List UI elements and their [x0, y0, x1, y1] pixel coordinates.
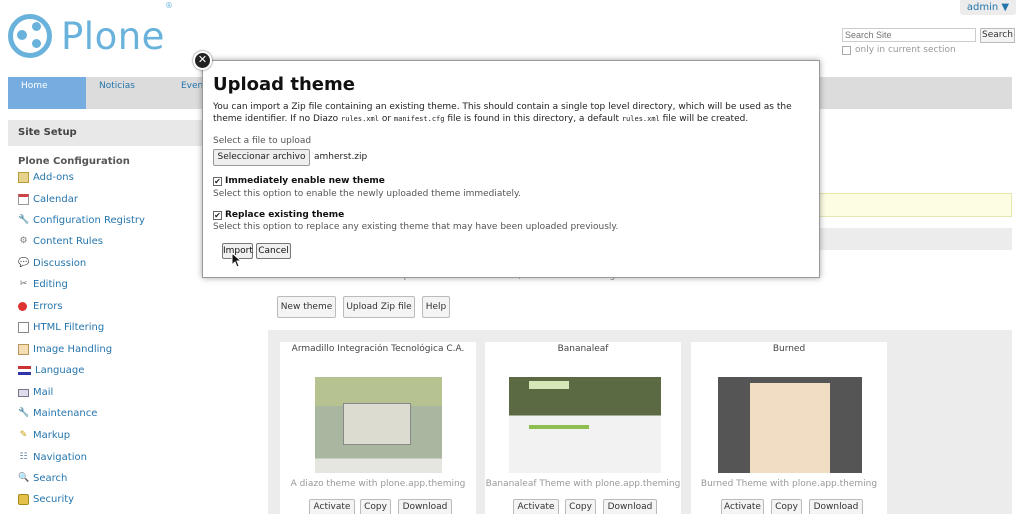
- sidebar-item-language[interactable]: Language: [18, 365, 84, 376]
- close-icon[interactable]: ✕: [193, 51, 212, 70]
- download-button[interactable]: Download: [398, 499, 452, 514]
- sidebar-item-errors[interactable]: Errors: [18, 301, 63, 312]
- sidebar-item-maintenance[interactable]: 🔧 Maintenance: [18, 408, 97, 419]
- help-button[interactable]: Help: [422, 296, 450, 318]
- plone-logo[interactable]: Plone®: [8, 0, 174, 58]
- sidebar-item-image-handling[interactable]: Image Handling: [18, 344, 112, 355]
- replace-theme-label: Replace existing theme: [225, 210, 345, 220]
- discussion-icon: 💬: [18, 258, 30, 268]
- download-button[interactable]: Download: [603, 499, 657, 514]
- theme-title: Armadillo Integración Tecnológica C.A.: [291, 344, 465, 354]
- enable-theme-help: Select this option to enable the newly u…: [213, 189, 521, 199]
- choose-file-button[interactable]: Seleccionar archivo: [213, 149, 310, 166]
- wrench-icon: 🔧: [18, 215, 30, 225]
- lock-icon: [18, 494, 29, 505]
- enable-theme-option[interactable]: ✔ Immediately enable new theme: [213, 176, 385, 186]
- copy-button[interactable]: Copy: [360, 499, 391, 514]
- page: admin ▼ Plone® Search only in current se…: [0, 0, 1024, 514]
- activate-button[interactable]: Activate: [513, 499, 559, 514]
- dialog-title: Upload theme: [213, 74, 355, 95]
- theme-preview-image[interactable]: [315, 377, 442, 473]
- scissors-icon: ✂: [19, 279, 28, 289]
- info-message-bar: [818, 193, 1012, 217]
- replace-theme-help: Select this option to replace any existi…: [213, 222, 619, 232]
- only-current-section-checkbox[interactable]: [842, 45, 851, 55]
- sidebar-item-addons[interactable]: Add-ons: [18, 172, 74, 183]
- search-input[interactable]: [842, 28, 976, 42]
- file-upload-label: Select a file to upload: [213, 136, 312, 146]
- upload-zip-button[interactable]: Upload Zip file: [343, 296, 415, 318]
- sidebar-item-mail[interactable]: Mail: [18, 387, 53, 398]
- theme-preview-image[interactable]: [509, 377, 661, 473]
- pencil-icon: ✎: [19, 430, 28, 440]
- admin-menu-button[interactable]: admin ▼: [960, 0, 1016, 15]
- theme-description: A diazo theme with plone.app.theming: [290, 479, 466, 489]
- copy-button[interactable]: Copy: [565, 499, 596, 514]
- upload-theme-dialog: Upload theme You can import a Zip file c…: [202, 60, 820, 278]
- activate-button[interactable]: Activate: [309, 499, 355, 514]
- content-rules-icon: ⚙: [19, 236, 28, 246]
- sidebar-item-editing[interactable]: ✂ Editing: [18, 279, 68, 290]
- theme-description: Bananaleaf Theme with plone.app.theming: [485, 479, 681, 489]
- replace-theme-option[interactable]: ✔ Replace existing theme: [213, 210, 344, 220]
- mouse-cursor-icon: [231, 252, 241, 268]
- mail-icon: [18, 388, 29, 397]
- sidebar-item-content-rules[interactable]: ⚙ Content Rules: [18, 236, 102, 247]
- sidebar-item-html-filtering[interactable]: HTML Filtering: [18, 322, 104, 333]
- flag-icon: [18, 366, 31, 375]
- new-theme-button[interactable]: New theme: [277, 296, 336, 318]
- theme-preview-image[interactable]: [718, 377, 862, 473]
- enable-theme-checkbox[interactable]: ✔: [213, 176, 222, 186]
- plone-configuration-title: Plone Configuration: [18, 156, 130, 167]
- sidebar-item-configuration-registry[interactable]: 🔧 Configuration Registry: [18, 215, 145, 226]
- sidebar-item-security[interactable]: Security: [18, 494, 74, 505]
- theme-description: Burned Theme with plone.app.theming: [700, 479, 878, 489]
- maintenance-icon: 🔧: [18, 408, 30, 418]
- selected-file-name: amherst.zip: [314, 152, 368, 162]
- copy-button[interactable]: Copy: [771, 499, 802, 514]
- calendar-icon: [18, 194, 29, 205]
- replace-theme-checkbox[interactable]: ✔: [213, 210, 222, 220]
- navigation-icon: ☷: [19, 452, 28, 462]
- theme-card-armadillo: Armadillo Integración Tecnológica C.A. A…: [280, 342, 476, 514]
- sidebar-item-search[interactable]: 🔍 Search: [18, 473, 67, 484]
- plone-logo-icon: [8, 14, 52, 58]
- dialog-description: You can import a Zip file containing an …: [213, 102, 792, 124]
- theme-card-bananaleaf: Bananaleaf Bananaleaf Theme with plone.a…: [485, 342, 681, 514]
- addons-icon: [18, 172, 29, 183]
- sidebar-item-navigation[interactable]: ☷ Navigation: [18, 452, 86, 463]
- activate-button[interactable]: Activate: [721, 499, 764, 514]
- theme-card-burned: Burned Burned Theme with plone.app.themi…: [691, 342, 887, 514]
- sidebar-item-markup[interactable]: ✎ Markup: [18, 430, 70, 441]
- image-icon: [18, 344, 29, 355]
- only-current-section[interactable]: only in current section: [842, 45, 956, 55]
- logo-text: Plone®: [61, 0, 174, 58]
- sidebar-item-discussion[interactable]: 💬 Discussion: [18, 258, 86, 269]
- search-button[interactable]: Search: [980, 28, 1015, 43]
- only-current-section-label: only in current section: [855, 45, 956, 55]
- section-header-bar: [818, 228, 1012, 250]
- nav-item-home[interactable]: Home: [8, 77, 86, 109]
- enable-theme-label: Immediately enable new theme: [225, 176, 385, 186]
- html-filter-icon: [18, 322, 29, 333]
- theme-title: Burned: [772, 344, 806, 354]
- nav-item-noticias[interactable]: Noticias: [86, 77, 166, 109]
- theme-title: Bananaleaf: [557, 344, 609, 354]
- error-icon: [18, 302, 27, 311]
- cancel-button[interactable]: Cancel: [256, 243, 291, 259]
- download-button[interactable]: Download: [809, 499, 863, 514]
- search-icon: 🔍: [18, 473, 30, 483]
- sidebar-item-calendar[interactable]: Calendar: [18, 194, 78, 205]
